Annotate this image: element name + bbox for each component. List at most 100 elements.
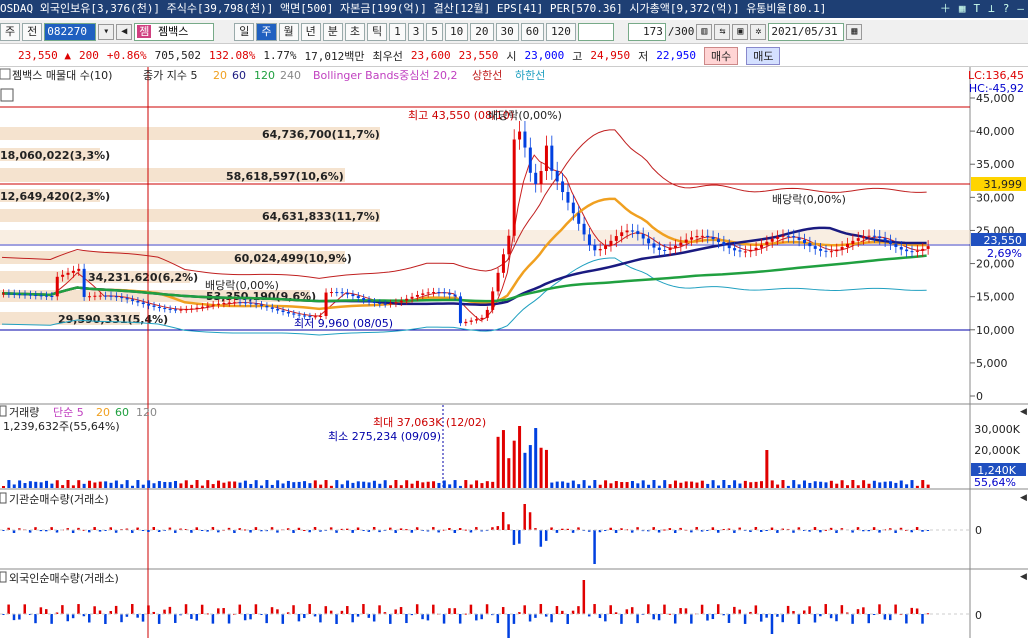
foreign-bar <box>190 614 193 620</box>
candle-body <box>249 302 253 304</box>
vol-axis-20k: 20,000K <box>974 444 1020 457</box>
candle-body <box>120 297 124 299</box>
candle-body <box>480 317 484 320</box>
institution-bar <box>351 530 354 533</box>
foreign-bar <box>50 614 53 624</box>
candle-body <box>926 246 930 249</box>
inst-panel-arrow-icon[interactable]: ◀ <box>1020 493 1027 503</box>
stock-chart[interactable]: 64,736,700(11,7%) 18,060,022(3,3%) 58,618,… <box>0 67 1028 638</box>
period-day[interactable]: 일 <box>234 22 255 41</box>
volume-bar <box>523 452 527 488</box>
period-year[interactable]: 년 <box>300 22 321 41</box>
foreign-bar <box>534 614 537 618</box>
foreign-bar <box>485 604 489 614</box>
buy-button[interactable]: 매수 <box>703 46 739 65</box>
search-icon[interactable]: ▾ <box>98 23 115 40</box>
volume-bar <box>448 484 452 488</box>
period-month[interactable]: 월 <box>278 22 299 41</box>
num-120[interactable]: 120 <box>546 22 576 41</box>
candle-body <box>754 247 758 251</box>
volume-bar <box>351 482 355 488</box>
title-bar: OSDAQ 외국인보유[3,376(천)] 주식수[39,798(천)] 액면[… <box>0 0 1028 18</box>
num-10[interactable]: 10 <box>445 22 469 41</box>
num-60[interactable]: 60 <box>520 22 544 41</box>
grid-icon[interactable]: ▦ <box>959 0 966 18</box>
foreign-bar <box>528 614 532 622</box>
date-input[interactable]: 2021/05/31 <box>768 22 845 41</box>
chart-type-icon[interactable]: ▥ <box>696 23 713 40</box>
custom-num-input[interactable] <box>577 22 614 41</box>
foreign-bar <box>136 614 139 618</box>
period-minute[interactable]: 분 <box>322 22 343 41</box>
volume-ratio: 132.08% <box>208 49 256 62</box>
candle-body <box>195 307 199 309</box>
settings-icon[interactable]: ✲ <box>750 23 767 40</box>
minimize-icon[interactable]: – <box>1017 0 1024 18</box>
foreign-bar <box>604 614 607 622</box>
candle-body <box>614 236 618 241</box>
num-30[interactable]: 30 <box>495 22 519 41</box>
foreign-bar <box>550 614 553 623</box>
save-icon[interactable]: ▣ <box>732 23 749 40</box>
volume-bar <box>921 480 925 488</box>
foreign-bar <box>281 614 285 624</box>
candle-body <box>550 145 554 171</box>
volume-bar <box>23 483 27 488</box>
quote-bar: 23,550 ▲ 200 +0.86% 705,502 132.08% 1.77… <box>0 45 1028 67</box>
foreign-bar <box>66 614 70 622</box>
foreign-bar <box>372 614 376 622</box>
candle-body <box>217 303 221 305</box>
foreign-bar <box>819 614 822 617</box>
volume-bar <box>399 485 403 488</box>
table-icon[interactable] <box>0 88 14 102</box>
candle-body <box>534 172 538 185</box>
text-size-icon[interactable]: T <box>974 0 981 18</box>
frgn-panel-arrow-icon[interactable]: ◀ <box>1020 572 1027 582</box>
foreign-bar <box>862 607 865 614</box>
volume-bar <box>587 485 591 488</box>
period-week[interactable]: 주 <box>256 22 277 41</box>
institution-bar <box>512 530 516 545</box>
frgn-title: 외국인순매수량(거래소) <box>9 572 119 585</box>
vol-panel-arrow-icon[interactable]: ◀ <box>1020 407 1027 417</box>
num-20[interactable]: 20 <box>470 22 494 41</box>
stock-name-field[interactable]: 젬 젬백스 <box>134 22 215 41</box>
foreign-bar <box>378 605 381 614</box>
count-input[interactable]: 173 <box>627 22 666 41</box>
foreign-bar <box>141 614 145 622</box>
pin-icon[interactable]: ⊥ <box>988 0 995 18</box>
candle-body <box>415 294 419 297</box>
volume-bar <box>50 483 54 488</box>
candle-body <box>496 272 500 292</box>
market-select[interactable]: 주 <box>0 22 21 41</box>
num-1[interactable]: 1 <box>389 22 406 41</box>
candle-body <box>426 292 430 294</box>
price-rate: +0.86% <box>106 49 147 62</box>
num-5[interactable]: 5 <box>426 22 443 41</box>
num-3[interactable]: 3 <box>407 22 425 41</box>
foreign-bar <box>770 614 774 634</box>
volume-bar <box>120 484 124 488</box>
current-pct-tag: 2,69% <box>987 247 1022 260</box>
compare-icon[interactable]: ⇆ <box>714 23 731 40</box>
volume-bar <box>383 480 387 488</box>
prev-button[interactable]: 전 <box>22 22 43 41</box>
sell-button[interactable]: 매도 <box>746 46 781 65</box>
foreign-bar <box>620 614 623 624</box>
volume-bar <box>356 481 360 488</box>
candle-body <box>136 300 140 303</box>
volume-bar <box>781 480 785 488</box>
price-tick-label: 30,000 <box>976 191 1015 204</box>
price-value: 23,550 <box>18 49 58 62</box>
calendar-icon[interactable]: ▦ <box>846 23 863 40</box>
low-label: 저 <box>638 49 649 63</box>
candle-body <box>55 276 59 297</box>
period-tick[interactable]: 틱 <box>367 22 388 41</box>
speaker-icon[interactable]: ◀ <box>116 23 133 40</box>
foreign-bar <box>566 614 569 624</box>
volume-bar <box>706 483 710 488</box>
help-icon[interactable]: ? <box>1003 0 1010 18</box>
code-input[interactable]: 082270 <box>44 22 97 41</box>
plus-icon[interactable]: ＋ <box>940 0 951 18</box>
period-second[interactable]: 초 <box>344 22 365 41</box>
